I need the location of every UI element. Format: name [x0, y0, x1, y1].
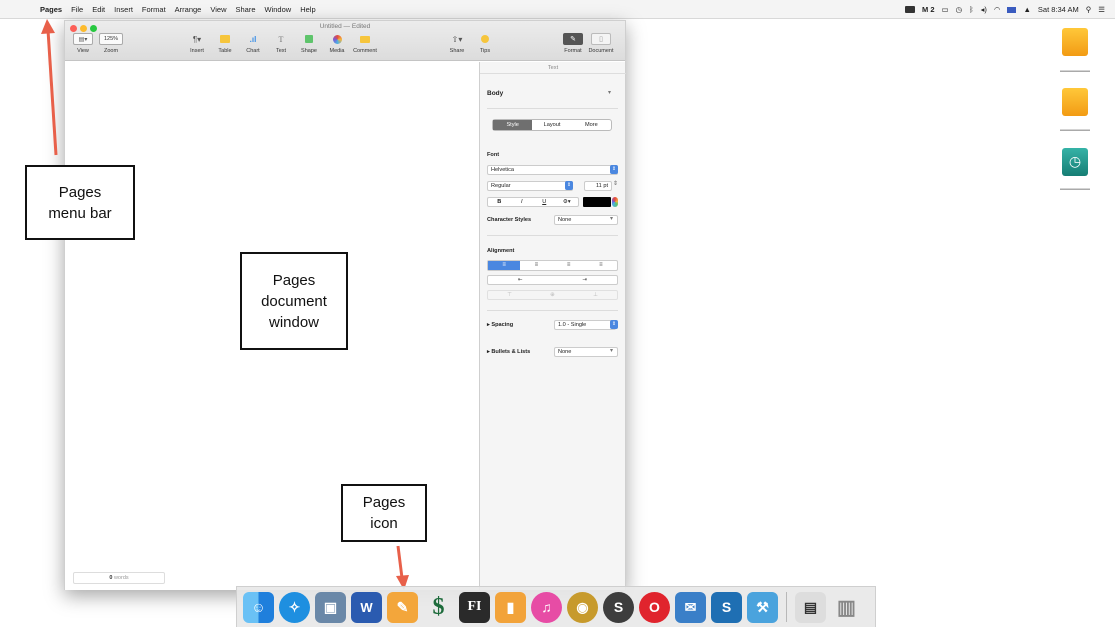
document-stack-icon[interactable]: ▤ — [795, 591, 826, 623]
drive-label-blurred: ▬▬▬▬▬▬ — [1060, 186, 1090, 192]
note-line: menu bar — [48, 204, 112, 222]
note-line: icon — [370, 515, 398, 532]
external-drive-icon[interactable] — [1062, 88, 1088, 116]
word-icon[interactable]: W — [351, 591, 382, 623]
final-draft-icon[interactable]: FI — [459, 591, 490, 623]
s-app-icon[interactable]: S — [603, 591, 634, 623]
trash-icon[interactable]: ▥ — [831, 592, 862, 623]
external-drive-icon[interactable] — [1062, 28, 1088, 56]
xcode-icon[interactable]: ⚒ — [747, 591, 778, 623]
dock: ☺ ✧ ▣ W ✎ $ FI ▮ ♫ ◉ S O ✉ S ⚒ ▤ ▥ — [236, 586, 876, 627]
itunes-icon[interactable]: ♫ — [531, 591, 562, 623]
dock-arrow — [396, 545, 409, 590]
utility-icon[interactable]: ✉ — [675, 591, 706, 623]
note-line: document — [261, 292, 327, 310]
icon-note: Pages icon — [341, 484, 427, 542]
drive-label-blurred: ▬▬▬▬▬▬ — [1060, 68, 1090, 74]
note-line: window — [268, 313, 320, 331]
menubar-arrow — [41, 19, 58, 156]
pages-icon[interactable]: ✎ — [387, 591, 418, 623]
note-line: Pages — [362, 494, 406, 511]
snagit-icon[interactable]: S — [711, 591, 742, 623]
books-icon[interactable]: ▮ — [495, 591, 526, 623]
note-line: Pages — [58, 183, 102, 201]
coin-app-icon[interactable]: ◉ — [567, 591, 598, 623]
time-machine-drive-icon[interactable]: ◷ — [1062, 148, 1088, 176]
scrivener-icon[interactable]: $ — [423, 592, 454, 623]
opera-icon[interactable]: O — [639, 591, 670, 623]
dock-separator — [786, 592, 787, 622]
menubar-note: Pages menu bar — [25, 165, 135, 240]
annotation-arrows — [41, 19, 409, 590]
safari-icon[interactable]: ✧ — [279, 591, 310, 623]
drive-label-blurred: ▬▬▬▬▬▬ — [1060, 127, 1090, 133]
finder-icon[interactable]: ☺ — [243, 591, 274, 623]
note-line: Pages — [272, 271, 316, 289]
preview-icon[interactable]: ▣ — [315, 591, 346, 623]
window-note: Pages document window — [240, 252, 348, 350]
